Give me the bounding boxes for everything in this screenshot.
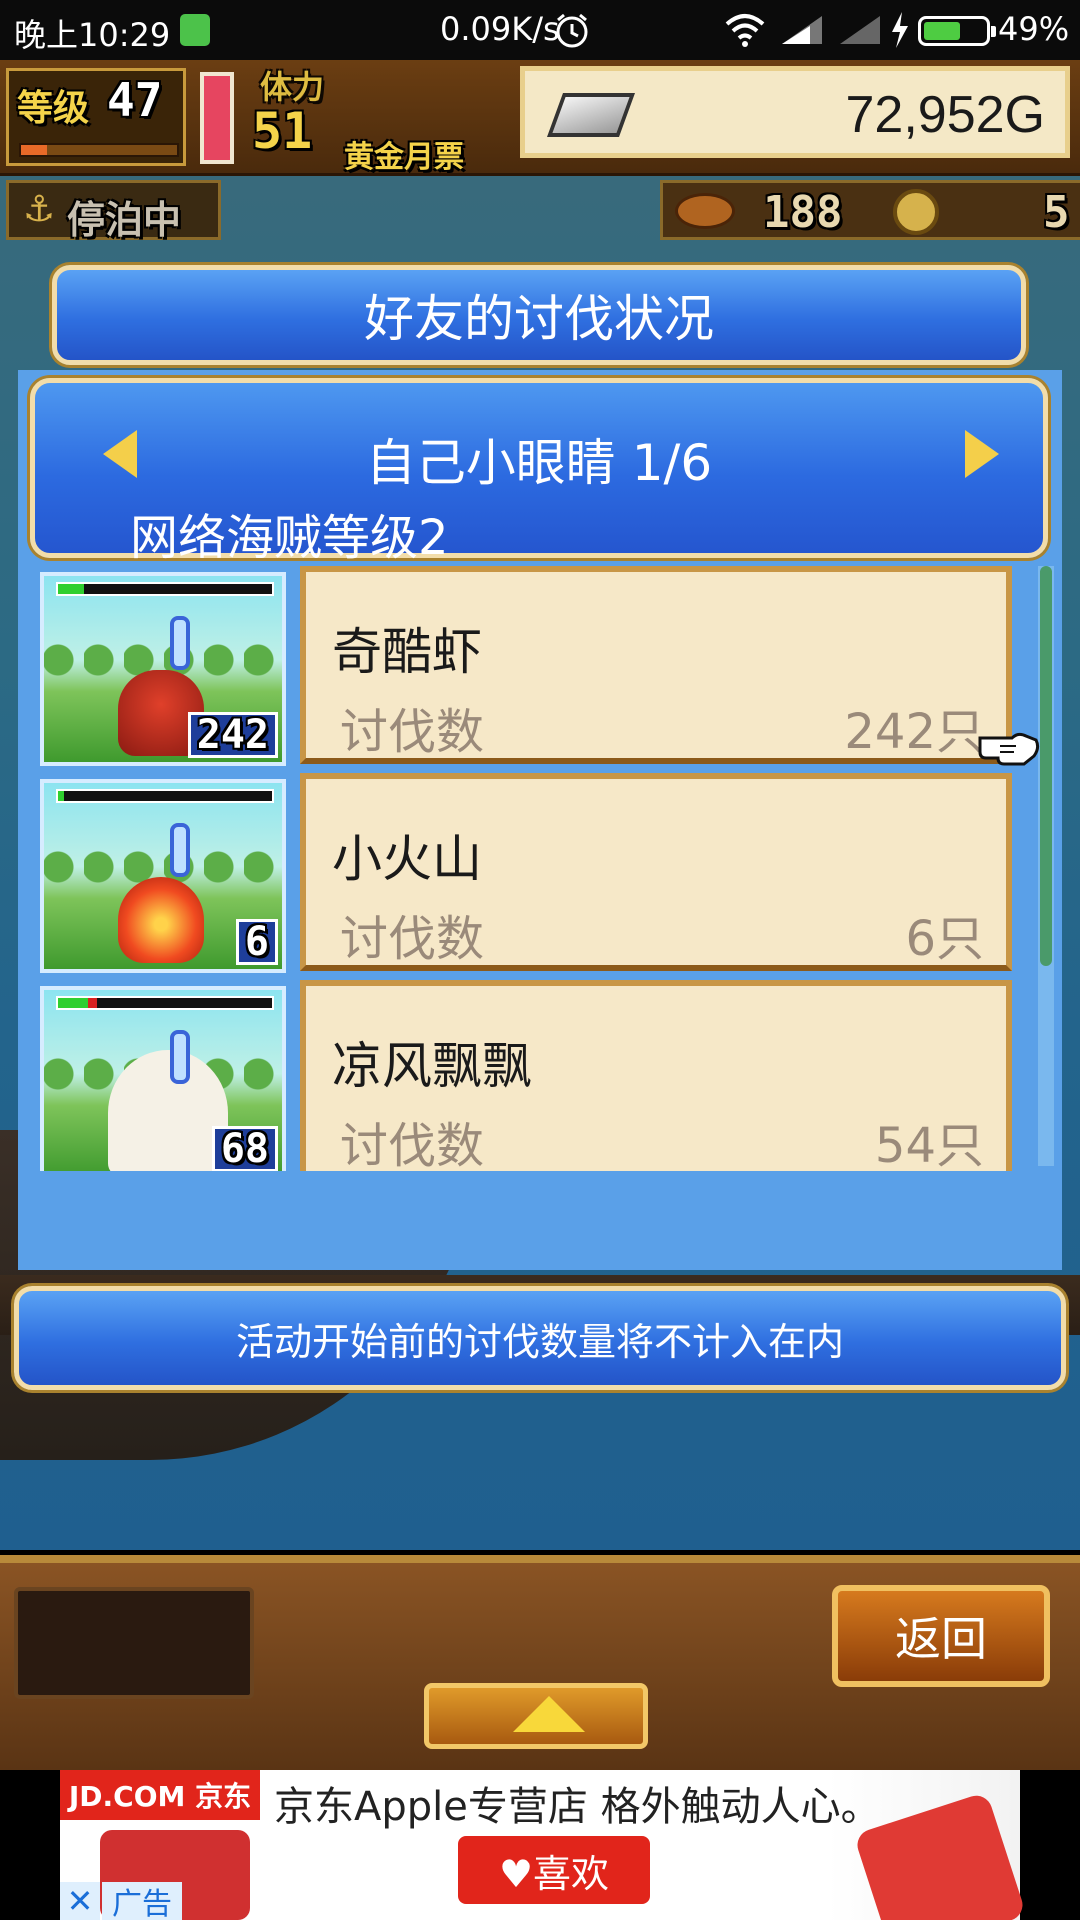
monster-card: 奇酷虾 讨伐数 242只 [300,566,1012,764]
stamina-value: 51 [252,102,313,160]
scrollbar-thumb[interactable] [1040,566,1052,966]
friend-kill-panel: 自己小眼睛 1/6 网络海贼等级2 242 奇酷虾 讨伐数 242只 6 小火山… [18,370,1062,1270]
ad-close-icon[interactable]: ✕ [60,1882,100,1920]
list-item[interactable]: 68 凉风飘飘 讨伐数 54只 [30,980,1038,1171]
jd-logo: JD.COM 京东 [60,1770,260,1820]
level-label: 等级 [17,88,90,129]
kill-label: 讨伐数 [340,704,485,760]
top-hud: 等级 47 体力 51 黄金月票 72,952G [0,60,1080,176]
network-speed: 0.09K/s [440,10,560,48]
kill-count: 242只 [844,704,984,760]
dialog-title-bar: 好友的讨伐状况 [52,265,1026,365]
list-item[interactable]: 6 小火山 讨伐数 6只 [30,773,1038,973]
monster-thumbnail: 242 [40,572,286,766]
pointer-hand-icon [978,732,1040,766]
player-name: 自己小眼睛 1/6 [365,434,713,492]
gold-ticket-label: 黄金月票 [344,140,464,175]
list-item[interactable]: 242 奇酷虾 讨伐数 242只 [30,566,1038,766]
kill-count: 54只 [874,1118,984,1171]
status-time: 晚上10:29 [14,16,171,54]
status-bar: 晚上10:29 0.09K/s 49% [0,0,1080,60]
level-box: 等级 47 [6,68,186,166]
back-label: 返回 [895,1612,987,1666]
kill-label: 讨伐数 [340,911,485,967]
pirate-level: 网络海贼等级2 [130,510,449,566]
hp-bar-damage [88,998,97,1008]
anchor-icon: ⚓ [22,189,56,230]
exp-bar [19,143,179,157]
dialog-title: 好友的讨伐状况 [364,290,714,348]
ghost-monster-icon [108,1050,228,1171]
exclamation-icon [170,823,190,877]
level-value: 47 [107,73,163,127]
wifi-icon [725,14,765,47]
food-count: 188 [763,187,843,238]
battery-saver-icon [180,14,210,46]
expand-menu-button[interactable] [424,1683,648,1749]
monster-thumbnail: 6 [40,779,286,973]
exclamation-icon [170,1030,190,1084]
monster-card: 凉风飘飘 讨伐数 54只 [300,980,1012,1171]
silver-ingot-icon [546,93,636,137]
hp-bar-fill [58,791,64,801]
monster-name: 小火山 [332,830,482,888]
like-button[interactable]: ♥喜欢 [458,1836,650,1904]
notice-bar: 活动开始前的讨伐数量将不计入在内 [14,1286,1066,1390]
monster-list[interactable]: 242 奇酷虾 讨伐数 242只 6 小火山 讨伐数 6只 68 凉风飘飘 讨伐… [30,566,1038,1171]
battery-percent: 49% [998,10,1070,48]
game-area: 等级 47 体力 51 黄金月票 72,952G ⚓ 停泊中 188 5 好友的… [0,60,1080,1550]
ad-title: 京东Apple专营店 格外触动人心。 [274,1784,881,1830]
kill-label: 讨伐数 [340,1118,485,1171]
coin-count: 5 [1043,187,1070,238]
signal-icon-2 [840,16,880,44]
up-arrow-icon [513,1696,585,1732]
alarm-icon [556,13,588,48]
player-header: 自己小眼睛 1/6 网络海贼等级2 [30,378,1048,566]
volcano-monster-icon [118,877,204,963]
charging-icon [892,12,908,48]
empty-slot [14,1587,254,1699]
notice-text: 活动开始前的讨伐数量将不计入在内 [235,1319,844,1364]
exclamation-icon [170,616,190,670]
next-arrow-icon[interactable] [965,430,999,478]
ad-banner[interactable]: JD.COM 京东 京东Apple专营店 格外触动人心。 ♥喜欢 ✕ 广告 [0,1770,1080,1920]
ad-content[interactable]: JD.COM 京东 京东Apple专营店 格外触动人心。 ♥喜欢 [60,1770,1027,1920]
gold-box: 72,952G [520,66,1070,158]
monster-name: 凉风飘飘 [332,1037,532,1095]
count-badge: 68 [211,1126,278,1171]
bottom-bar: 返回 [0,1555,1080,1770]
food-icon [675,193,735,229]
count-badge: 242 [187,712,278,758]
hp-bar [56,789,274,803]
hp-bar-fill [58,584,84,594]
stamina-bar [200,72,234,164]
battery-icon [918,16,996,46]
back-button[interactable]: 返回 [832,1585,1050,1687]
monster-thumbnail: 68 [40,986,286,1171]
ad-tag: 广告 [102,1882,182,1920]
monster-name: 奇酷虾 [332,623,482,681]
signal-icon [782,16,822,44]
coin-icon [893,189,939,235]
hp-bar [56,582,274,596]
resource-box: 188 5 [660,180,1080,240]
count-badge: 6 [235,919,278,965]
hp-bar [56,996,274,1010]
kill-count: 6只 [905,911,984,967]
hp-bar-fill [58,998,88,1008]
docked-status[interactable]: ⚓ 停泊中 [6,180,221,242]
list-scrollbar[interactable] [1038,566,1054,1166]
monster-card: 小火山 讨伐数 6只 [300,773,1012,971]
gold-amount: 72,952G [845,86,1046,144]
docked-label: 停泊中 [67,198,182,242]
